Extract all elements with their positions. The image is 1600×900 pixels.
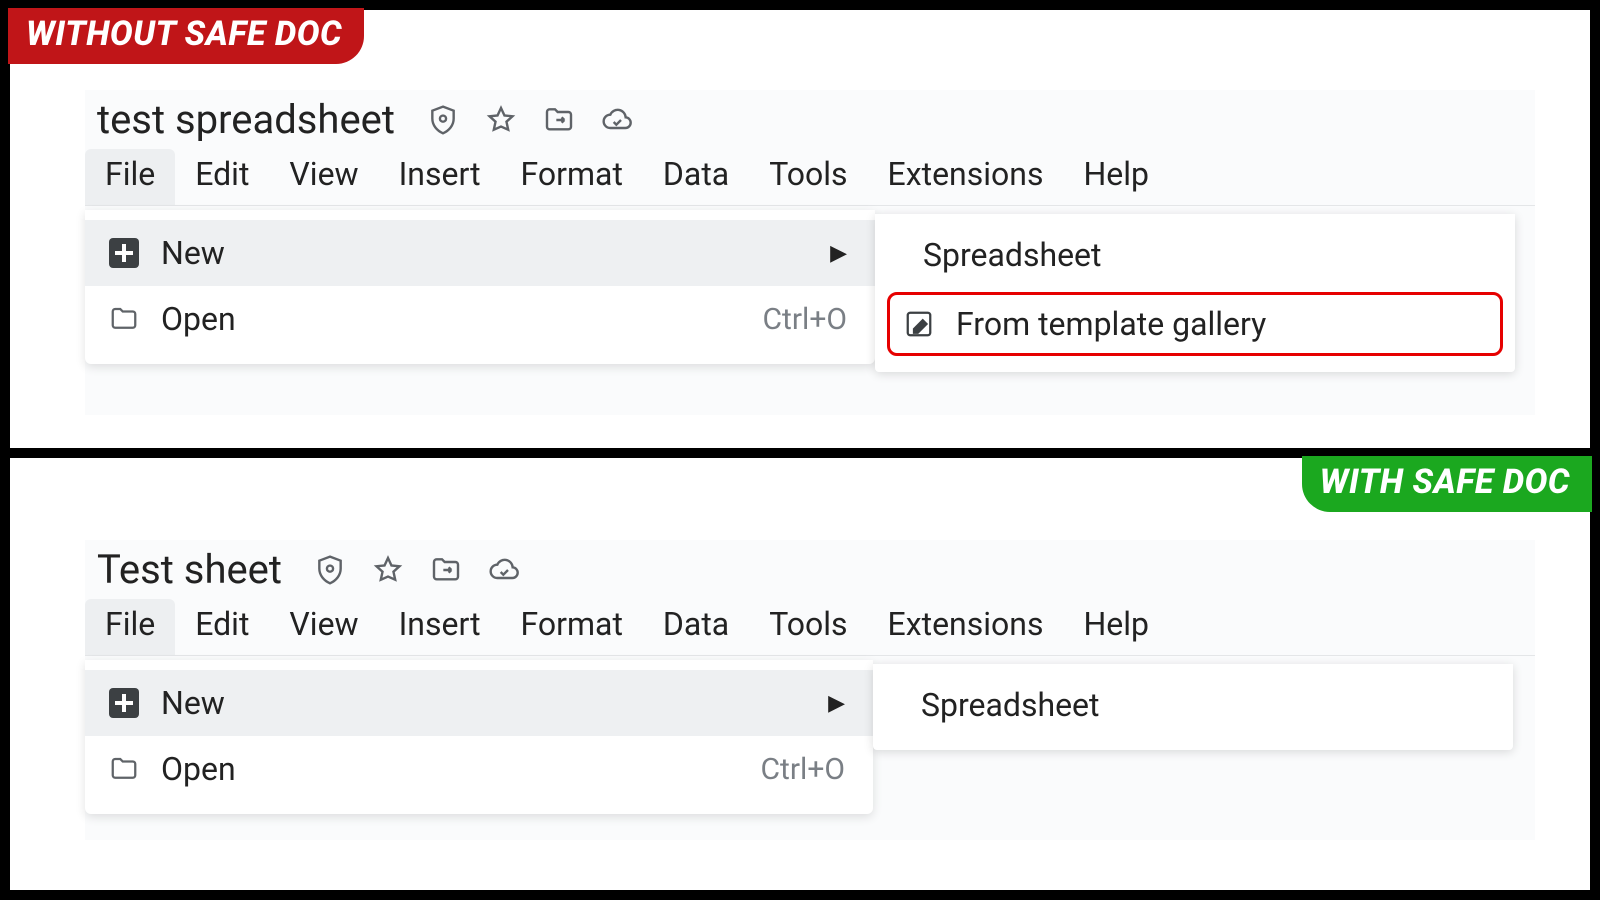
submenu-template-gallery-row[interactable]: From template gallery [887, 292, 1503, 356]
file-open-shortcut: Ctrl+O [761, 752, 845, 787]
file-new-row[interactable]: New ▶ [85, 670, 873, 736]
star-icon[interactable] [485, 104, 517, 136]
document-title[interactable]: test spreadsheet [97, 96, 395, 143]
file-open-label: Open [161, 300, 741, 338]
menu-format[interactable]: Format [501, 149, 643, 205]
menu-extensions[interactable]: Extensions [868, 599, 1064, 655]
comparison-frame: WITHOUT SAFE DOC test spreadsheet File E… [0, 0, 1600, 900]
file-new-label: New [161, 234, 808, 272]
move-to-folder-icon[interactable] [430, 554, 462, 586]
menu-insert[interactable]: Insert [379, 599, 501, 655]
file-open-label: Open [161, 750, 739, 788]
file-new-submenu: Spreadsheet [873, 664, 1513, 750]
folder-outline-icon [109, 304, 139, 334]
sheets-window-with-safedoc: Test sheet File Edit View Insert Format … [85, 540, 1535, 840]
title-bar: test spreadsheet [85, 90, 1535, 147]
folder-outline-icon [109, 754, 139, 784]
file-new-label: New [161, 684, 806, 722]
file-open-shortcut: Ctrl+O [763, 302, 847, 337]
menu-file[interactable]: File [85, 149, 175, 205]
move-to-folder-icon[interactable] [543, 104, 575, 136]
menu-tools[interactable]: Tools [749, 599, 867, 655]
file-open-row[interactable]: Open Ctrl+O [85, 286, 875, 352]
menu-view[interactable]: View [269, 149, 378, 205]
submenu-spreadsheet-label: Spreadsheet [923, 236, 1101, 274]
menu-data[interactable]: Data [643, 149, 749, 205]
with-safe-doc-tag: WITH SAFE DOC [1302, 456, 1592, 512]
submenu-template-gallery-label: From template gallery [956, 305, 1266, 343]
title-bar: Test sheet [85, 540, 1535, 597]
menu-bar: File Edit View Insert Format Data Tools … [85, 597, 1535, 656]
submenu-spreadsheet-row[interactable]: Spreadsheet [873, 672, 1513, 738]
menu-data[interactable]: Data [643, 599, 749, 655]
menu-tools[interactable]: Tools [749, 149, 867, 205]
menu-file[interactable]: File [85, 599, 175, 655]
menu-view[interactable]: View [269, 599, 378, 655]
plus-box-icon [109, 688, 139, 718]
submenu-spreadsheet-row[interactable]: Spreadsheet [875, 222, 1515, 288]
privacy-shield-icon[interactable] [314, 554, 346, 586]
privacy-shield-icon[interactable] [427, 104, 459, 136]
template-edit-icon [904, 309, 934, 339]
menu-format[interactable]: Format [501, 599, 643, 655]
submenu-spreadsheet-label: Spreadsheet [921, 686, 1099, 724]
cloud-saved-icon[interactable] [601, 104, 633, 136]
menu-edit[interactable]: Edit [175, 599, 269, 655]
submenu-arrow-icon: ▶ [828, 691, 845, 716]
menu-bar: File Edit View Insert Format Data Tools … [85, 147, 1535, 206]
cloud-saved-icon[interactable] [488, 554, 520, 586]
file-new-submenu: Spreadsheet From template gallery [875, 214, 1515, 372]
menu-help[interactable]: Help [1063, 599, 1169, 655]
star-icon[interactable] [372, 554, 404, 586]
file-new-row[interactable]: New ▶ [85, 220, 875, 286]
sheets-window-without-safedoc: test spreadsheet File Edit View Insert F… [85, 90, 1535, 415]
file-dropdown: New ▶ Open Ctrl+O [85, 210, 875, 364]
menu-insert[interactable]: Insert [379, 149, 501, 205]
file-dropdown: New ▶ Open Ctrl+O [85, 660, 873, 814]
document-title[interactable]: Test sheet [97, 546, 282, 593]
submenu-arrow-icon: ▶ [830, 241, 847, 266]
file-open-row[interactable]: Open Ctrl+O [85, 736, 873, 802]
plus-box-icon [109, 238, 139, 268]
menu-help[interactable]: Help [1063, 149, 1169, 205]
menu-extensions[interactable]: Extensions [868, 149, 1064, 205]
without-safe-doc-tag: WITHOUT SAFE DOC [8, 8, 364, 64]
menu-edit[interactable]: Edit [175, 149, 269, 205]
